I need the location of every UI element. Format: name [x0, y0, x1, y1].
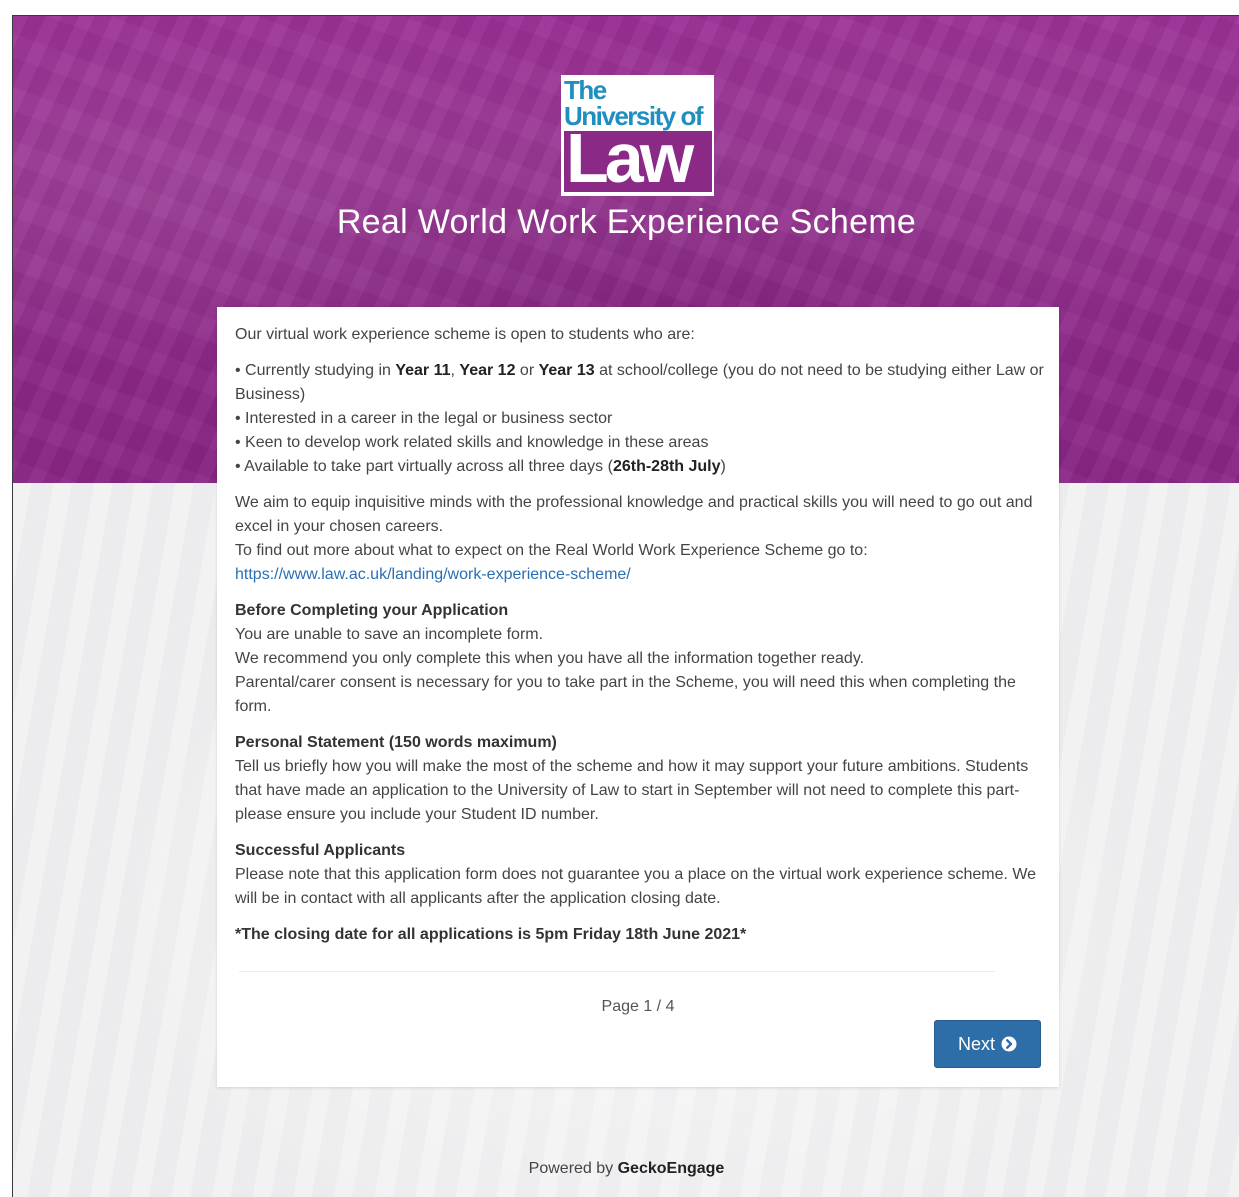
page-title: Real World Work Experience Scheme	[336, 203, 917, 241]
logo-line-2: University of	[564, 101, 704, 131]
next-button-label: Next	[957, 1033, 995, 1054]
before-line-3: Parental/carer consent is necessary for …	[235, 674, 1016, 715]
page-indicator: Page 1 / 4	[601, 998, 675, 1015]
eligibility-bullet-4: • Available to take part virtually acros…	[235, 455, 1045, 479]
more-info-text: To find out more about what to expect on…	[235, 542, 868, 559]
before-line-2: We recommend you only complete this when…	[235, 650, 865, 667]
logo-line-3: Law	[566, 131, 694, 192]
successful-text: Please note that this application form d…	[235, 866, 1037, 907]
form-card: Our virtual work experience scheme is op…	[217, 307, 1059, 1087]
year-12-label: Year 12	[459, 362, 516, 379]
university-logo: The University of Law	[561, 75, 714, 196]
statement-text: Tell us briefly how you will make the mo…	[235, 758, 1029, 823]
page-frame: The University of Law Real World Work Ex…	[12, 15, 1239, 1197]
card-divider	[239, 971, 995, 972]
logo-law-block: Law	[564, 131, 712, 192]
chevron-circle-right-icon	[1001, 1036, 1017, 1052]
powered-by-footer: Powered by GeckoEngage	[13, 1160, 1239, 1178]
aim-text: We aim to equip inquisitive minds with t…	[235, 494, 1033, 535]
intro-content: Our virtual work experience scheme is op…	[235, 323, 1045, 947]
eligibility-bullet-3: • Keen to develop work related skills an…	[235, 434, 709, 451]
year-13-label: Year 13	[538, 362, 595, 379]
before-heading: Before Completing your Application	[235, 602, 509, 619]
eligibility-bullet-2: • Interested in a career in the legal or…	[235, 410, 613, 427]
bullet-1-sep-2: or	[515, 362, 539, 379]
statement-heading: Personal Statement (150 words maximum)	[235, 734, 557, 751]
before-line-1: You are unable to save an incomplete for…	[235, 626, 544, 643]
closing-date-notice: *The closing date for all applications i…	[235, 926, 747, 943]
year-11-label: Year 11	[395, 362, 451, 379]
scheme-info-link[interactable]: https://www.law.ac.uk/landing/work-exper…	[235, 566, 631, 583]
eligibility-bullet-1: • Currently studying in Year 11, Year 12…	[235, 359, 1045, 407]
intro-lead: Our virtual work experience scheme is op…	[235, 326, 695, 343]
successful-heading: Successful Applicants	[235, 842, 406, 859]
footer-brand[interactable]: GeckoEngage	[618, 1160, 725, 1177]
bullet-4-suffix: )	[720, 458, 726, 475]
next-button[interactable]: Next	[934, 1020, 1041, 1068]
bullet-4-prefix: • Available to take part virtually acros…	[235, 458, 613, 475]
scheme-dates: 26th-28th July	[612, 458, 721, 475]
footer-prefix: Powered by	[528, 1160, 618, 1177]
bullet-1-prefix: • Currently studying in	[235, 362, 396, 379]
